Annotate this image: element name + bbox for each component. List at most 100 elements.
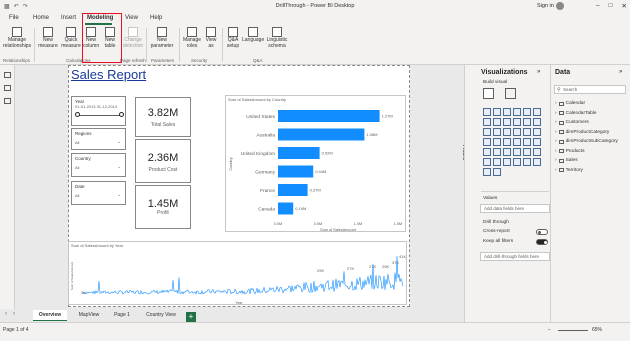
area-chart-icon[interactable] — [493, 118, 501, 126]
product-cost-card[interactable]: 2.36M Product Cost — [135, 139, 191, 183]
clustered-bar-icon[interactable] — [503, 108, 511, 116]
slider-handle-end[interactable] — [119, 112, 124, 117]
line-column-icon[interactable] — [513, 118, 521, 126]
gauge-icon[interactable] — [513, 138, 521, 146]
map-icon[interactable] — [483, 138, 491, 146]
r-visual-icon[interactable] — [523, 148, 531, 156]
sales-by-year-chart[interactable]: Sum of SalesAmount by Year 3K 29K 27K 27K 29… — [68, 241, 407, 305]
key-influencers-icon[interactable] — [483, 158, 491, 166]
close-icon[interactable]: ✕ — [622, 2, 627, 10]
python-visual-icon[interactable] — [533, 148, 541, 156]
date-slicer[interactable]: Date All ⌄ — [71, 181, 126, 205]
table-item[interactable]: › dimProductCategory — [555, 128, 618, 138]
sales-by-country-chart[interactable]: Sum of SalesAmount by Country United Sta… — [225, 95, 406, 232]
slider-handle-start[interactable] — [75, 112, 80, 117]
azure-map-icon[interactable] — [503, 138, 511, 146]
regions-slicer[interactable]: Regions All ⌄ — [71, 128, 126, 150]
tab-overview[interactable]: Overview — [33, 310, 67, 321]
values-field-well[interactable]: Add data fields here — [480, 204, 550, 213]
quick-measure-button[interactable]: Quick measure — [60, 27, 82, 49]
chevron-down-icon[interactable]: ⌄ — [117, 139, 121, 145]
clustered-column-icon[interactable] — [513, 108, 521, 116]
language-button[interactable]: Language — [242, 27, 264, 44]
new-parameter-button[interactable]: New parameter — [148, 27, 176, 49]
manage-relationships-button[interactable]: Manage relationships — [3, 27, 31, 49]
multi-row-card-icon[interactable] — [533, 138, 541, 146]
filled-map-icon[interactable] — [493, 138, 501, 146]
table-view-icon[interactable] — [4, 85, 11, 91]
table-item[interactable]: › Calendar — [555, 99, 618, 109]
chevron-down-icon[interactable]: ⌄ — [117, 192, 121, 198]
table-item[interactable]: › Territory — [555, 166, 618, 176]
table-item[interactable]: › Sales — [555, 156, 618, 166]
next-page-icon[interactable]: › — [13, 311, 15, 317]
table-visual-icon[interactable] — [503, 148, 511, 156]
power-apps-icon[interactable] — [533, 158, 541, 166]
new-measure-button[interactable]: New measure — [37, 27, 59, 49]
scatter-icon[interactable] — [503, 128, 511, 136]
country-slicer[interactable]: Country All ⌄ — [71, 153, 126, 177]
tab-help[interactable]: Help — [150, 15, 162, 21]
total-sales-card[interactable]: 3.82M Total Sales — [135, 97, 191, 137]
kpi-icon[interactable] — [483, 148, 491, 156]
model-view-icon[interactable] — [4, 98, 11, 104]
maximize-icon[interactable]: □ — [609, 2, 613, 10]
table-item[interactable]: › Products — [555, 147, 618, 157]
stacked-bar-icon[interactable] — [483, 108, 491, 116]
cross-report-toggle[interactable] — [536, 229, 548, 235]
ribbon-chart-icon[interactable] — [533, 118, 541, 126]
funnel-icon[interactable] — [493, 128, 501, 136]
tab-page-1[interactable]: Page 1 — [108, 310, 136, 321]
zoom-out-icon[interactable]: − — [548, 327, 551, 333]
tab-mapview[interactable]: MapView — [72, 310, 106, 321]
add-page-button[interactable]: + — [186, 312, 196, 322]
build-visual-icon[interactable] — [483, 88, 494, 99]
stacked-area-icon[interactable] — [503, 118, 511, 126]
format-visual-icon[interactable] — [505, 88, 516, 99]
qa-setup-button[interactable]: Q&A setup — [224, 27, 242, 49]
zoom-slider[interactable] — [558, 330, 588, 331]
avatar[interactable] — [556, 2, 564, 10]
tab-file[interactable]: File — [9, 15, 19, 21]
collapse-icon[interactable]: » — [537, 69, 540, 75]
table-item[interactable]: › dimProductSubCategory — [555, 137, 618, 147]
sign-in-link[interactable]: Sign in — [537, 3, 554, 9]
smart-narrative-icon[interactable] — [513, 158, 521, 166]
paginated-icon[interactable] — [523, 158, 531, 166]
manage-roles-button[interactable]: Manage roles — [182, 27, 202, 49]
waterfall-icon[interactable] — [483, 128, 491, 136]
tab-insert[interactable]: Insert — [61, 15, 76, 21]
drill-through-field-well[interactable]: Add drill-through fields here — [480, 252, 550, 261]
power-automate-icon[interactable] — [483, 168, 491, 176]
table-item[interactable]: › Customers — [555, 118, 618, 128]
linguistic-schema-button[interactable]: Linguistic schema — [264, 27, 290, 49]
minimize-icon[interactable]: – — [596, 2, 600, 10]
data-search-input[interactable]: ⚲ Search — [554, 85, 626, 94]
slicer-icon[interactable] — [493, 148, 501, 156]
tab-country-view[interactable]: Country View — [140, 310, 182, 321]
donut-icon[interactable] — [523, 128, 531, 136]
matrix-icon[interactable] — [513, 148, 521, 156]
stacked-bar-100-icon[interactable] — [523, 108, 531, 116]
more-visuals-icon[interactable] — [493, 168, 501, 176]
tab-view[interactable]: View — [125, 15, 138, 21]
decomposition-tree-icon[interactable] — [493, 158, 501, 166]
year-slicer[interactable]: Year 01-01-2013 31-12-2013 — [71, 96, 126, 126]
profit-card[interactable]: 1.45M Profit — [135, 185, 191, 229]
stacked-column-100-icon[interactable] — [533, 108, 541, 116]
tab-home[interactable]: Home — [33, 15, 49, 21]
chevron-down-icon[interactable]: ⌄ — [117, 164, 121, 170]
qa-visual-icon[interactable] — [503, 158, 511, 166]
card-icon[interactable] — [523, 138, 531, 146]
line-clustered-column-icon[interactable] — [523, 118, 531, 126]
view-as-button[interactable]: View as — [203, 27, 219, 49]
report-view-icon[interactable] — [4, 72, 11, 78]
prev-page-icon[interactable]: ‹ — [5, 311, 7, 317]
change-detection-button[interactable]: Change detection — [122, 27, 144, 49]
line-chart-icon[interactable] — [483, 118, 491, 126]
collapse-icon[interactable]: » — [619, 69, 622, 75]
pie-icon[interactable] — [513, 128, 521, 136]
table-item[interactable]: › CalendarTable — [555, 109, 618, 119]
stacked-column-icon[interactable] — [493, 108, 501, 116]
keep-all-filters-toggle[interactable] — [536, 239, 548, 245]
